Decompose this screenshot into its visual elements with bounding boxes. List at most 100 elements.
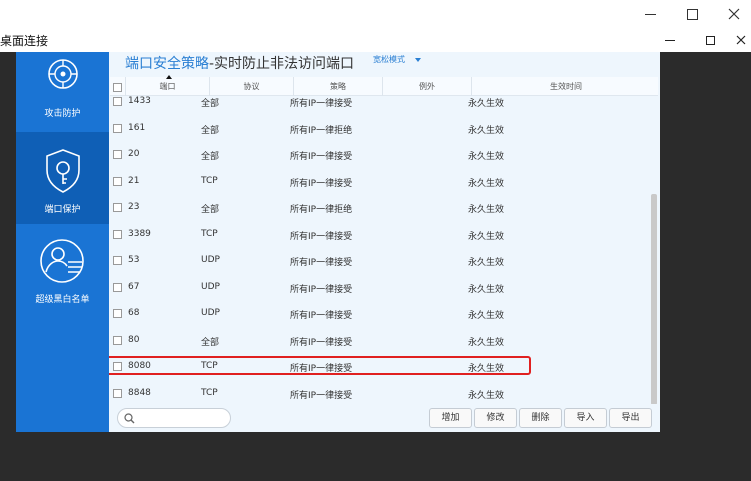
add-button[interactable]: 增加 xyxy=(429,408,472,428)
row-checkbox[interactable] xyxy=(113,362,122,371)
select-all-checkbox[interactable] xyxy=(113,83,122,92)
bottom-toolbar: 增加 修改 删除 导入 导出 xyxy=(109,404,660,432)
table-row[interactable]: 80 全部 所有IP一律接受 永久生效 xyxy=(109,328,657,354)
select-all-cell xyxy=(110,77,126,96)
protocol-cell: 全部 xyxy=(201,125,220,136)
port-cell: 67 xyxy=(128,281,140,292)
minimize-icon xyxy=(644,13,656,15)
protocol-cell: UDP xyxy=(201,308,220,318)
sidebar-item-attack-protection[interactable]: 攻击防护 xyxy=(16,52,109,132)
policy-cell: 所有IP一律接受 xyxy=(290,231,353,242)
vertical-scrollbar[interactable] xyxy=(651,194,657,405)
row-checkbox[interactable] xyxy=(113,388,122,398)
effective-time-cell: 永久生效 xyxy=(468,231,505,242)
port-cell: 1433 xyxy=(128,96,151,106)
delete-button[interactable]: 删除 xyxy=(519,408,562,428)
close-icon xyxy=(736,35,745,45)
table-row[interactable]: 8848 TCP 所有IP一律接受 永久生效 xyxy=(109,381,657,406)
port-cell: 20 xyxy=(128,149,140,159)
rd-close-button[interactable] xyxy=(730,28,751,52)
close-button[interactable] xyxy=(712,0,751,28)
effective-time-cell: 永久生效 xyxy=(468,125,505,136)
sidebar: 攻击防护 端口保护 超级黑白名单 xyxy=(16,52,109,432)
table-row[interactable]: 23 全部 所有IP一律拒绝 永久生效 xyxy=(109,195,657,221)
row-checkbox[interactable] xyxy=(113,97,122,106)
port-cell: 68 xyxy=(128,308,140,318)
row-checkbox[interactable] xyxy=(113,176,122,186)
port-cell: 8080 xyxy=(128,361,151,371)
table-row[interactable]: 3389 TCP 所有IP一律接受 永久生效 xyxy=(109,222,657,248)
minimize-button[interactable] xyxy=(628,0,672,28)
search-input[interactable] xyxy=(117,408,231,428)
port-cell: 53 xyxy=(128,255,140,265)
port-cell: 3389 xyxy=(128,228,151,239)
row-checkbox[interactable] xyxy=(113,335,122,345)
table-row[interactable]: 21 TCP 所有IP一律接受 永久生效 xyxy=(109,169,657,195)
page-title: 端口安全策略 -实时防止非法访问端口 xyxy=(125,52,354,74)
column-header-protocol[interactable]: 协议 xyxy=(210,77,294,96)
sidebar-item-label: 端口保护 xyxy=(44,205,81,215)
protocol-cell: TCP xyxy=(201,175,218,186)
user-list-icon xyxy=(39,239,84,283)
effective-time-cell: 永久生效 xyxy=(468,258,505,268)
port-cell: 23 xyxy=(128,202,140,212)
effective-time-cell: 永久生效 xyxy=(468,337,505,348)
row-checkbox[interactable] xyxy=(113,309,122,318)
policy-cell: 所有IP一律拒绝 xyxy=(290,205,353,215)
import-button[interactable]: 导入 xyxy=(564,408,607,428)
rule-table-body: 1433 全部 所有IP一律接受 永久生效 161 全部 所有IP一律拒绝 永久… xyxy=(109,96,657,405)
mode-dropdown[interactable]: 宽松模式 xyxy=(373,54,421,65)
table-row-highlighted[interactable]: 8080 TCP 所有IP一律接受 永久生效 xyxy=(109,354,657,380)
protocol-cell: UDP xyxy=(201,281,220,292)
page-title-rest: -实时防止非法访问端口 xyxy=(209,56,355,72)
sidebar-item-super-blackwhite-list[interactable]: 超级黑白名单 xyxy=(16,224,109,314)
port-cell: 161 xyxy=(128,122,146,133)
policy-cell: 所有IP一律接受 xyxy=(290,311,353,321)
column-header-policy[interactable]: 策略 xyxy=(294,77,383,96)
protocol-cell: 全部 xyxy=(201,337,220,348)
port-cell: 80 xyxy=(128,334,140,345)
column-header-port[interactable]: 端口 xyxy=(126,75,210,96)
protocol-cell: TCP xyxy=(201,228,218,239)
sort-ascending-icon xyxy=(166,75,172,79)
edit-button[interactable]: 修改 xyxy=(474,408,517,428)
rd-maximize-button[interactable] xyxy=(690,28,730,52)
table-row[interactable]: 53 UDP 所有IP一律接受 永久生效 xyxy=(109,248,657,274)
export-button[interactable]: 导出 xyxy=(609,408,652,428)
row-checkbox[interactable] xyxy=(113,229,122,239)
sidebar-item-label: 超级黑白名单 xyxy=(35,295,90,305)
chevron-down-icon xyxy=(415,57,421,62)
protocol-cell: TCP xyxy=(201,387,218,398)
remote-desktop-title-bar: 桌面连接 xyxy=(0,28,751,52)
column-header-exception[interactable]: 例外 xyxy=(383,77,472,96)
column-header-effective-time[interactable]: 生效时间 xyxy=(472,77,660,96)
table-row[interactable]: 20 全部 所有IP一律接受 永久生效 xyxy=(109,142,657,168)
policy-cell: 所有IP一律拒绝 xyxy=(290,125,353,136)
row-checkbox[interactable] xyxy=(113,123,122,133)
effective-time-cell: 永久生效 xyxy=(468,284,505,295)
maximize-icon xyxy=(705,35,715,45)
table-row[interactable]: 161 全部 所有IP一律拒绝 永久生效 xyxy=(109,116,657,142)
maximize-icon xyxy=(686,8,698,20)
policy-cell: 所有IP一律接受 xyxy=(290,364,353,374)
effective-time-cell: 永久生效 xyxy=(468,99,505,109)
rd-minimize-button[interactable] xyxy=(650,28,690,52)
search-icon xyxy=(124,413,135,424)
maximize-button[interactable] xyxy=(670,0,714,28)
attack-shield-icon xyxy=(47,59,78,89)
row-checkbox[interactable] xyxy=(113,282,122,292)
table-row[interactable]: 1433 全部 所有IP一律接受 永久生效 xyxy=(109,96,657,115)
effective-time-cell: 永久生效 xyxy=(468,311,505,321)
sidebar-item-port-protection[interactable]: 端口保护 xyxy=(16,132,109,224)
table-row[interactable]: 67 UDP 所有IP一律接受 永久生效 xyxy=(109,275,657,301)
row-checkbox[interactable] xyxy=(113,256,122,265)
table-row[interactable]: 68 UDP 所有IP一律接受 永久生效 xyxy=(109,301,657,327)
policy-cell: 所有IP一律接受 xyxy=(290,178,353,189)
protocol-cell: TCP xyxy=(201,361,218,371)
row-checkbox[interactable] xyxy=(113,203,122,212)
row-checkbox[interactable] xyxy=(113,150,122,159)
sidebar-item-label: 攻击防护 xyxy=(44,109,81,119)
effective-time-cell: 永久生效 xyxy=(468,152,505,162)
page-title-accent: 端口安全策略 xyxy=(125,56,209,72)
table-header: 端口 协议 策略 例外 生效时间 xyxy=(110,75,660,96)
